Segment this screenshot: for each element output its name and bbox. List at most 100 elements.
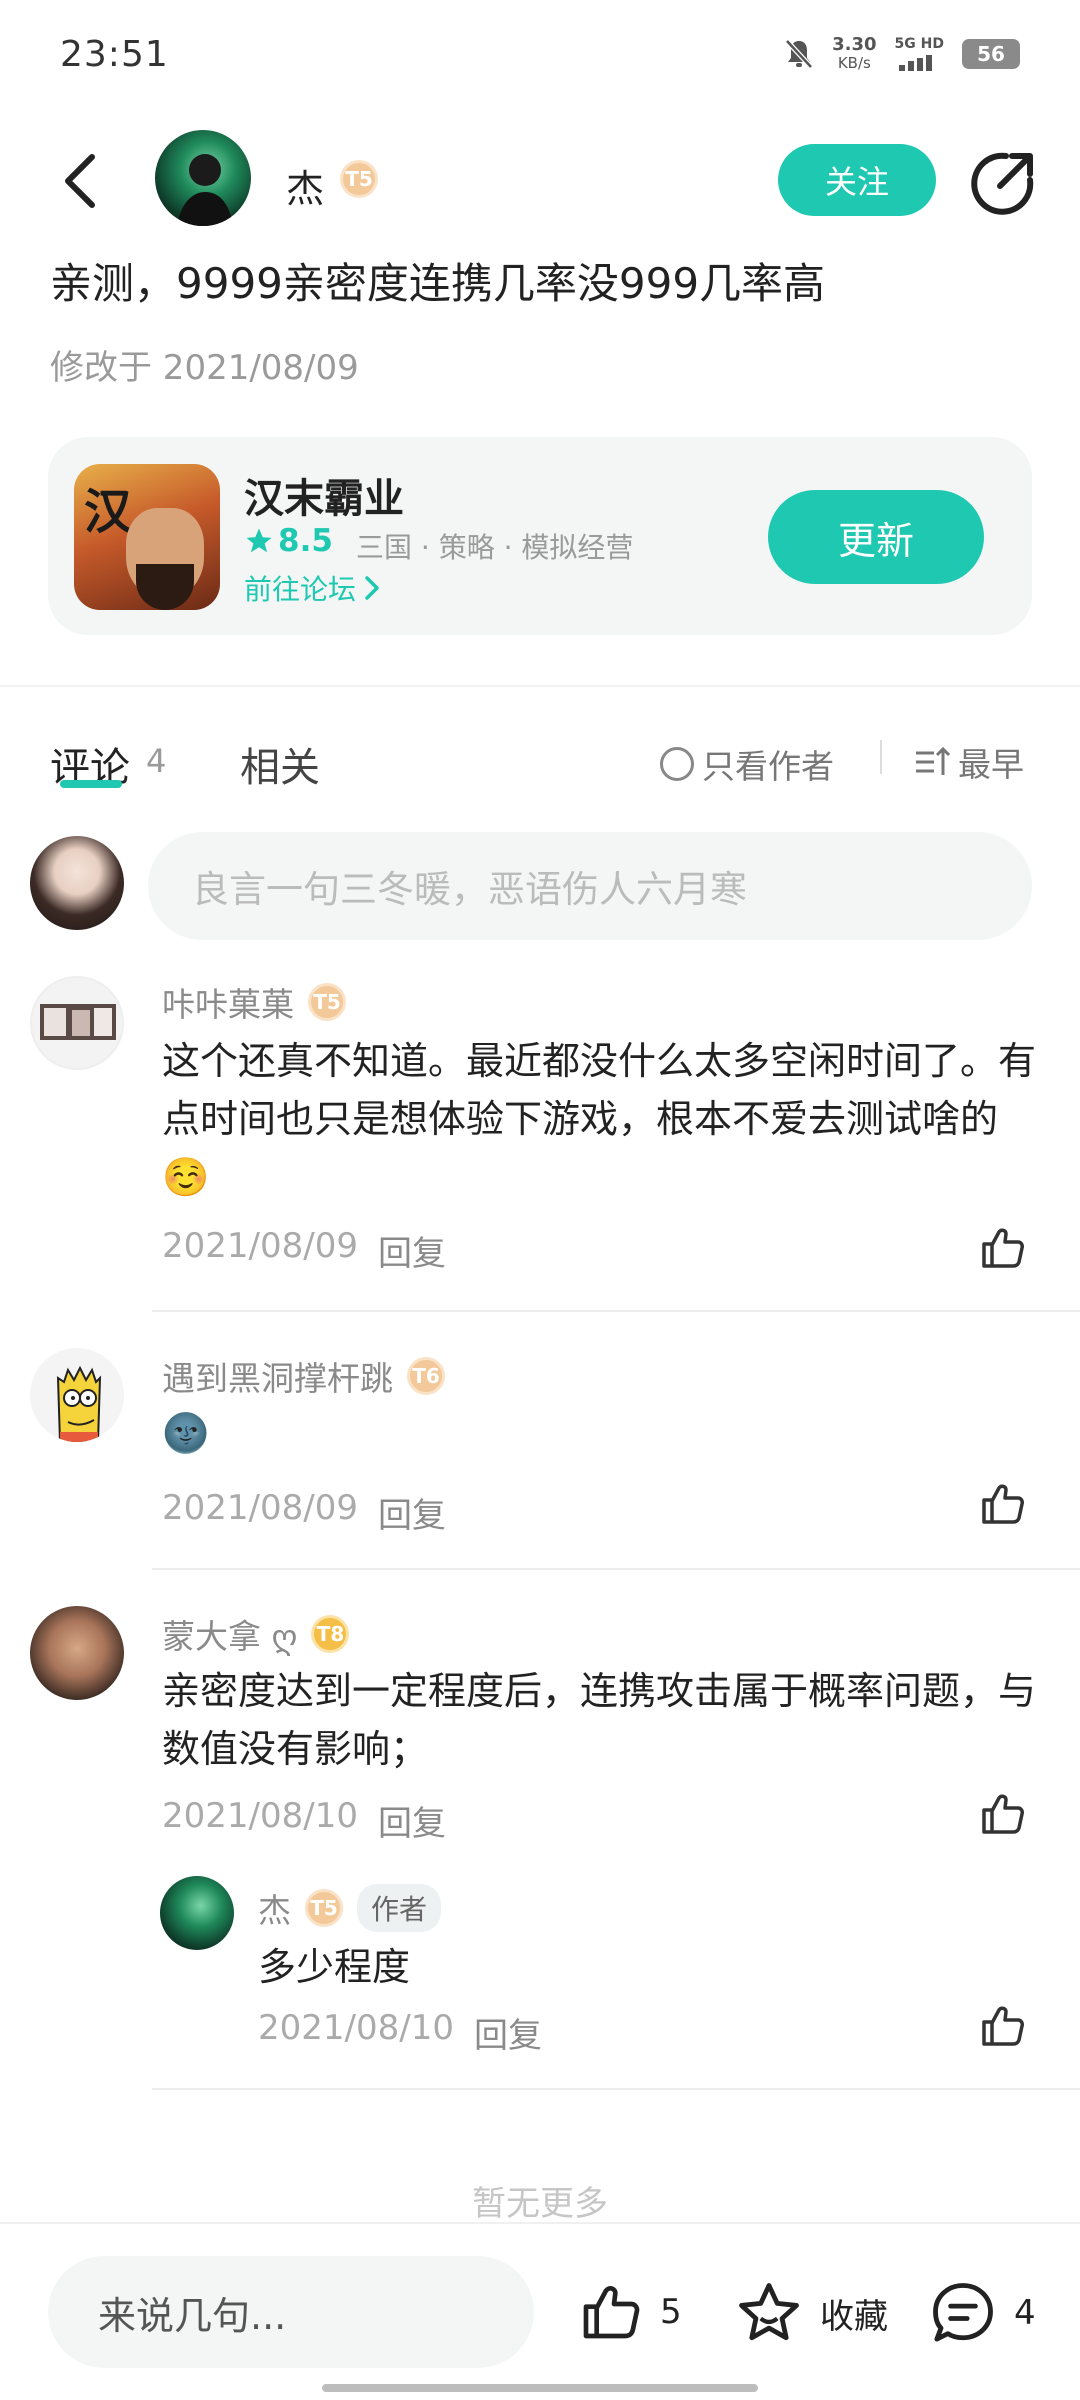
sort-label: 最早: [958, 745, 1024, 784]
comment-author-name-text: 蒙大拿: [162, 1617, 261, 1656]
author-tag: 作者: [357, 1884, 442, 1932]
comment-divider: [152, 2088, 1080, 2090]
game-icon-beard: [136, 564, 194, 610]
comment-date: 2021/08/09: [162, 1226, 358, 1266]
chat-bubble-icon: [933, 2283, 993, 2342]
comment-author[interactable]: 咔咔菓菓 T5: [162, 978, 346, 1026]
comment-text: 这个还真不知道。最近都没什么太多空闲时间了。有点时间也只是想体验下游戏，根本不爱…: [162, 1039, 1037, 1199]
mute-bell-icon: [785, 39, 813, 69]
reply-button[interactable]: 回复: [474, 2008, 542, 2057]
comment-meta: 2021/08/09 回复: [162, 1226, 446, 1275]
game-forum-label: 前往论坛: [244, 573, 357, 606]
comment-author-name: 咔咔菓菓: [162, 985, 294, 1024]
game-score: 8.5: [244, 523, 333, 559]
chevron-right-icon: [365, 576, 379, 600]
comment-divider: [152, 1310, 1080, 1312]
favorite-label: 收藏: [820, 2296, 888, 2337]
signal-group: 5G HD: [895, 37, 944, 71]
radio-circle-icon: [660, 747, 694, 781]
back-button[interactable]: [50, 148, 110, 214]
author-level-badge: T5: [340, 160, 378, 198]
game-tags: 三国 · 策略 · 模拟经营: [356, 531, 634, 564]
like-count: 5: [660, 2292, 682, 2332]
comment-count: 4: [1014, 2293, 1036, 2333]
reply-text: 多少程度: [258, 1945, 411, 1989]
comment-avatar[interactable]: [30, 1348, 124, 1442]
comment-level-badge: T6: [407, 1357, 445, 1395]
post-like-button[interactable]: 5: [578, 2280, 682, 2344]
net-speed-unit: KB/s: [837, 54, 871, 72]
favorite-button[interactable]: 收藏: [736, 2280, 888, 2346]
reply-level-badge: T5: [305, 1889, 343, 1927]
avatar-photo-icon: [40, 1004, 116, 1040]
share-button[interactable]: [966, 148, 1038, 220]
sort-button[interactable]: 最早: [914, 738, 1024, 786]
sort-icon: [916, 746, 951, 775]
tab-related[interactable]: 相关: [240, 735, 320, 793]
only-author-label: 只看作者: [702, 747, 834, 786]
game-icon-text: 汉: [84, 484, 133, 540]
battery-indicator: 56: [962, 39, 1020, 69]
comment-meta: 2021/08/09 回复: [162, 1488, 446, 1537]
update-button[interactable]: 更新: [768, 490, 984, 584]
post-title: 亲测，9999亲密度连携几率没999几率高: [50, 259, 826, 308]
net-speed: 3.30 KB/s: [832, 34, 877, 73]
comment-author-name: 遇到黑洞撑杆跳: [162, 1359, 393, 1398]
star-outline-icon: [739, 2283, 799, 2341]
star-icon: [246, 528, 272, 553]
author-name[interactable]: 杰: [286, 158, 324, 213]
comment-level-badge: T5: [308, 983, 346, 1021]
comment-author-name: 蒙大拿 ღ: [162, 1610, 297, 1658]
reply-button[interactable]: 回复: [378, 1796, 446, 1845]
reply-date: 2021/08/10: [258, 2008, 454, 2048]
reply-meta: 2021/08/10 回复: [258, 2008, 542, 2057]
like-icon: [583, 2286, 640, 2339]
comment-avatar[interactable]: [30, 1606, 124, 1700]
chevron-left-icon: [65, 154, 95, 208]
post-date: 修改于 2021/08/09: [50, 348, 359, 388]
status-time: 23:51: [60, 34, 169, 75]
net-speed-value: 3.30: [832, 34, 877, 55]
tab-active-indicator: [60, 780, 122, 788]
home-indicator[interactable]: [322, 2384, 758, 2392]
comment-text: 🌚: [162, 1411, 210, 1455]
comment-author-name-suffix: ღ: [271, 1617, 298, 1656]
comment-date: 2021/08/10: [162, 1796, 358, 1836]
game-name[interactable]: 汉末霸业: [244, 466, 404, 524]
network-label: 5G HD: [894, 36, 944, 52]
game-score-value: 8.5: [278, 523, 333, 559]
reply-button[interactable]: 回复: [378, 1488, 446, 1537]
game-icon[interactable]: 汉: [74, 464, 220, 610]
follow-button[interactable]: 关注: [778, 144, 936, 216]
reply-button[interactable]: 回复: [378, 1226, 446, 1275]
cartoon-avatar-icon: [56, 1365, 102, 1442]
comment-text: 亲密度达到一定程度后，连携攻击属于概率问题，与数值没有影响；: [162, 1669, 1037, 1771]
comment-avatar[interactable]: [30, 976, 124, 1070]
like-icon[interactable]: [978, 1790, 1026, 1838]
reply-author[interactable]: 杰 T5 作者: [258, 1884, 442, 1932]
bottom-comment-input[interactable]: 来说几句...: [48, 2256, 534, 2368]
comment-level-badge: T8: [311, 1615, 350, 1653]
end-of-list-text: 暂无更多: [472, 2184, 608, 2224]
comment-author[interactable]: 遇到黑洞撑杆跳 T6: [162, 1352, 445, 1400]
comment-date: 2021/08/09: [162, 1488, 358, 1528]
like-icon[interactable]: [978, 2002, 1026, 2050]
comment-divider: [152, 1568, 1080, 1570]
like-icon[interactable]: [978, 1480, 1026, 1528]
my-avatar: [30, 836, 124, 930]
comment-input[interactable]: 良言一句三冬暖，恶语伤人六月寒: [148, 832, 1032, 940]
only-author-toggle[interactable]: 只看作者: [660, 740, 834, 788]
section-divider: [0, 685, 1080, 687]
game-forum-link[interactable]: 前往论坛: [244, 568, 380, 608]
comment-author[interactable]: 蒙大拿 ღ T8: [162, 1610, 350, 1658]
share-icon: [971, 152, 1034, 215]
like-icon[interactable]: [978, 1224, 1026, 1272]
comment-count-button[interactable]: 4: [930, 2280, 1036, 2346]
tab-comments-count: 4: [146, 742, 167, 780]
tab-separator: [880, 740, 882, 774]
reply-author-name: 杰: [258, 1891, 291, 1930]
reply-avatar[interactable]: [160, 1876, 234, 1950]
comment-meta: 2021/08/10 回复: [162, 1796, 446, 1845]
author-avatar[interactable]: [155, 130, 251, 226]
signal-bars-icon: [899, 55, 933, 71]
